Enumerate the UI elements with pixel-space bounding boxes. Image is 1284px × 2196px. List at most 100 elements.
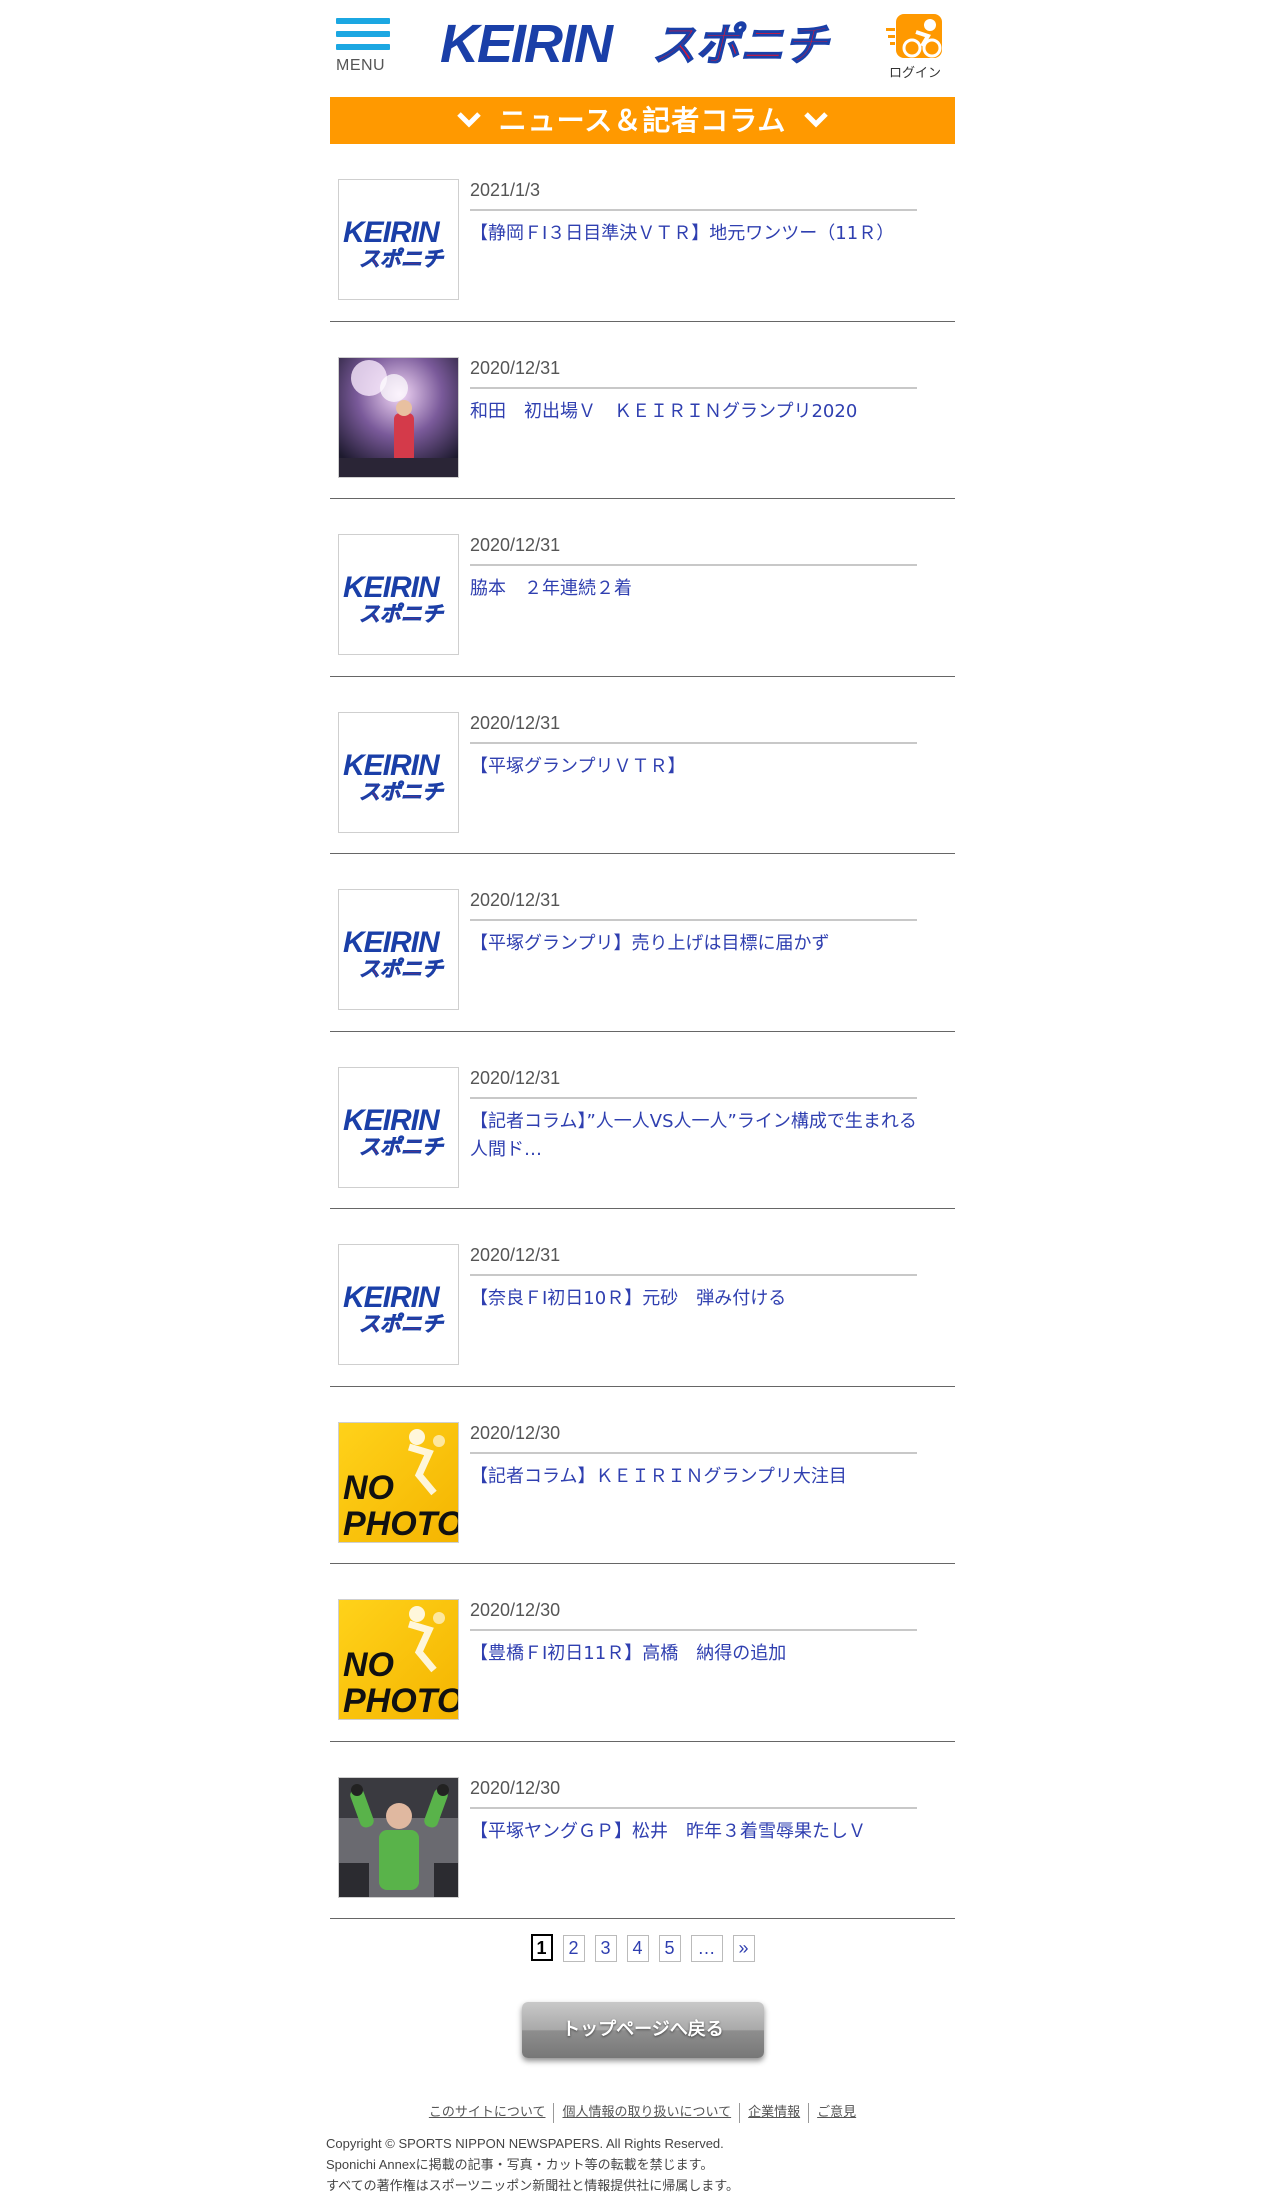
keirin-sponichi-thumbnail: KEIRINスポニチ — [343, 1281, 445, 1336]
copyright-block: Copyright © SPORTS NIPPON NEWSPAPERS. Al… — [326, 2133, 966, 2196]
svg-text:KEIRIN: KEIRIN — [343, 926, 441, 959]
page-link[interactable]: 2 — [562, 1935, 585, 1962]
news-thumbnail[interactable]: KEIRIN スポニチ — [338, 889, 459, 1010]
keirin-sponichi-logo[interactable]: KEIRIN スポニチ — [440, 14, 840, 74]
news-title-link[interactable]: 【静岡ＦⅠ３日目準決ＶＴＲ】地元ワンツー（11Ｒ） — [470, 220, 917, 248]
svg-text:KEIRIN: KEIRIN — [343, 216, 441, 249]
news-item[interactable]: 2020/12/30 【平塚ヤングＧＰ】松井 昨年３着雪辱果たしＶ — [330, 1742, 955, 1919]
news-item[interactable]: KEIRIN スポニチ 2020/12/31 脇本 ２年連続２着 — [330, 499, 955, 677]
copyright-notice: すべての著作権はスポーツニッポン新聞社と情報提供社に帰属します。 — [326, 2178, 740, 2193]
section-title: ニュース＆記者コラム — [498, 104, 787, 137]
news-thumbnail[interactable]: KEIRIN スポニチ — [338, 179, 459, 300]
login-label: ログイン — [888, 66, 941, 81]
page-link[interactable]: 4 — [626, 1935, 649, 1962]
logo-kana: スポニチ — [652, 20, 831, 71]
news-thumbnail[interactable] — [338, 356, 459, 478]
news-title-link[interactable]: 【平塚グランプリ】売り上げは目標に届かず — [470, 930, 917, 958]
news-thumbnail[interactable]: KEIRIN スポニチ — [338, 1066, 459, 1188]
copyright-notice: Sponichi Annexに掲載の記事・写真・カット等の転載を禁じます。 — [326, 2157, 714, 2172]
footer-link-privacy[interactable]: 個人情報の取り扱いについて — [553, 2103, 739, 2123]
menu-label: MENU — [336, 57, 386, 74]
svg-text:スポニチ: スポニチ — [359, 1312, 445, 1336]
chevron-down-icon — [457, 112, 481, 128]
page-link[interactable]: 3 — [594, 1935, 617, 1962]
news-title-link[interactable]: 脇本 ２年連続２着 — [470, 575, 917, 603]
chevron-down-icon — [804, 112, 828, 128]
svg-text:KEIRIN: KEIRIN — [343, 571, 441, 604]
news-date: 2020/12/30 — [470, 1600, 917, 1631]
svg-text:スポニチ: スポニチ — [359, 1135, 445, 1159]
footer-link-about[interactable]: このサイトについて — [421, 2103, 554, 2123]
news-thumbnail[interactable]: NO PHOTO — [338, 1421, 459, 1543]
news-thumbnail[interactable] — [338, 1776, 459, 1898]
hamburger-icon-bar — [336, 44, 390, 50]
news-item[interactable]: KEIRIN スポニチ 2020/12/31 【記者コラム】”人一人VS人一人”ライン… — [330, 1032, 955, 1209]
login-button[interactable]: ログイン — [879, 14, 951, 84]
news-date: 2020/12/31 — [470, 535, 917, 566]
hamburger-icon — [336, 18, 390, 24]
cyclist-login-icon — [886, 14, 942, 58]
pagination: 1 2 3 4 5 … » — [330, 1934, 955, 1962]
page-next-link[interactable]: » — [732, 1935, 755, 1962]
news-title-link[interactable]: 【平塚ヤングＧＰ】松井 昨年３着雪辱果たしＶ — [470, 1818, 917, 1846]
hamburger-icon-bar — [336, 31, 390, 37]
news-thumbnail[interactable]: KEIRIN スポニチ — [338, 711, 459, 833]
photo-thumbnail — [339, 357, 458, 477]
footer-link-company[interactable]: 企業情報 — [739, 2103, 808, 2123]
news-title-link[interactable]: 【記者コラム】”人一人VS人一人”ライン構成で生まれる人間ド… — [470, 1108, 917, 1164]
news-thumbnail[interactable]: KEIRIN スポニチ — [338, 534, 459, 655]
svg-text:KEIRIN: KEIRIN — [343, 749, 441, 782]
footer-links: このサイトについて 個人情報の取り扱いについて 企業情報 ご意見 — [330, 2103, 955, 2123]
news-date: 2020/12/31 — [470, 1245, 917, 1276]
keirin-sponichi-thumbnail: KEIRINスポニチ — [343, 571, 445, 626]
news-date: 2020/12/30 — [470, 1423, 917, 1454]
logo-latin: KEIRIN — [440, 14, 614, 74]
news-thumbnail[interactable]: KEIRIN スポニチ — [338, 1244, 459, 1365]
no-photo-thumbnail: NOPHOTO — [339, 1422, 459, 1543]
svg-text:NO: NO — [343, 1469, 394, 1507]
svg-text:PHOTO: PHOTO — [343, 1682, 459, 1720]
news-item[interactable]: NO PHOTO 2020/12/30 【記者コラム】ＫＥＩＲＩＮグランプリ大注目 — [330, 1387, 955, 1564]
news-item[interactable]: KEIRIN スポニチ 2020/12/31 【平塚グランプリ】売り上げは目標に届かず — [330, 854, 955, 1032]
news-title-link[interactable]: 【豊橋ＦⅠ初日11Ｒ】高橋 納得の追加 — [470, 1640, 917, 1668]
news-title-link[interactable]: 【記者コラム】ＫＥＩＲＩＮグランプリ大注目 — [470, 1463, 917, 1491]
keirin-sponichi-thumbnail: KEIRINスポニチ — [343, 1104, 445, 1159]
keirin-sponichi-thumbnail: KEIRINスポニチ — [343, 926, 445, 981]
svg-text:スポニチ: スポニチ — [359, 247, 445, 271]
copyright-text: Copyright © SPORTS NIPPON NEWSPAPERS. Al… — [326, 2136, 724, 2151]
news-date: 2020/12/31 — [470, 358, 917, 389]
svg-text:NO: NO — [343, 1646, 394, 1684]
keirin-sponichi-thumbnail: KEIRINスポニチ — [343, 216, 445, 271]
news-title-link[interactable]: 和田 初出場Ｖ ＫＥＩＲＩＮグランプリ2020 — [470, 398, 917, 426]
keirin-sponichi-thumbnail: KEIRINスポニチ — [343, 749, 445, 804]
svg-text:KEIRIN: KEIRIN — [343, 1104, 441, 1137]
section-toggle-bar[interactable]: ニュース＆記者コラム — [330, 97, 955, 144]
news-date: 2021/1/3 — [470, 180, 917, 211]
page-link[interactable]: 5 — [658, 1935, 681, 1962]
news-item[interactable]: KEIRIN スポニチ 2020/12/31 【平塚グランプリＶＴＲ】 — [330, 677, 955, 854]
site-header: MENU KEIRIN スポニチ ログイン — [330, 0, 955, 96]
photo-thumbnail — [339, 1777, 458, 1897]
svg-text:スポニチ: スポニチ — [359, 957, 445, 981]
page: MENU KEIRIN スポニチ ログイン ニュース＆記者コラム KEIRIN … — [326, 0, 955, 2193]
page-current: 1 — [530, 1934, 553, 1961]
news-item[interactable]: KEIRIN スポニチ 2020/12/31 【奈良ＦⅠ初日10Ｒ】元砂 弾み付ける — [330, 1209, 955, 1387]
svg-text:スポニチ: スポニチ — [359, 780, 445, 804]
news-date: 2020/12/31 — [470, 1068, 917, 1099]
svg-text:KEIRIN: KEIRIN — [343, 1281, 441, 1314]
back-to-top-button[interactable]: トップページへ戻る — [522, 2002, 764, 2058]
news-title-link[interactable]: 【奈良ＦⅠ初日10Ｒ】元砂 弾み付ける — [470, 1285, 917, 1313]
svg-text:スポニチ: スポニチ — [359, 602, 445, 626]
menu-button[interactable]: MENU — [336, 18, 392, 80]
news-title-link[interactable]: 【平塚グランプリＶＴＲ】 — [470, 753, 917, 781]
news-item[interactable]: 2020/12/31 和田 初出場Ｖ ＫＥＩＲＩＮグランプリ2020 — [330, 322, 955, 499]
footer-link-feedback[interactable]: ご意見 — [808, 2103, 864, 2123]
news-item[interactable]: NO PHOTO 2020/12/30 【豊橋ＦⅠ初日11Ｒ】高橋 納得の追加 — [330, 1564, 955, 1742]
news-date: 2020/12/31 — [470, 890, 917, 921]
news-date: 2020/12/31 — [470, 713, 917, 744]
page-ellipsis-link[interactable]: … — [690, 1935, 723, 1962]
news-list: KEIRIN スポニチ 2021/1/3 【静岡ＦⅠ３日目準決ＶＴＲ】地元ワンツー（1… — [330, 144, 955, 1919]
news-thumbnail[interactable]: NO PHOTO — [338, 1599, 459, 1720]
svg-text:PHOTO: PHOTO — [343, 1505, 459, 1543]
news-item[interactable]: KEIRIN スポニチ 2021/1/3 【静岡ＦⅠ３日目準決ＶＴＲ】地元ワンツー（1… — [330, 144, 955, 322]
